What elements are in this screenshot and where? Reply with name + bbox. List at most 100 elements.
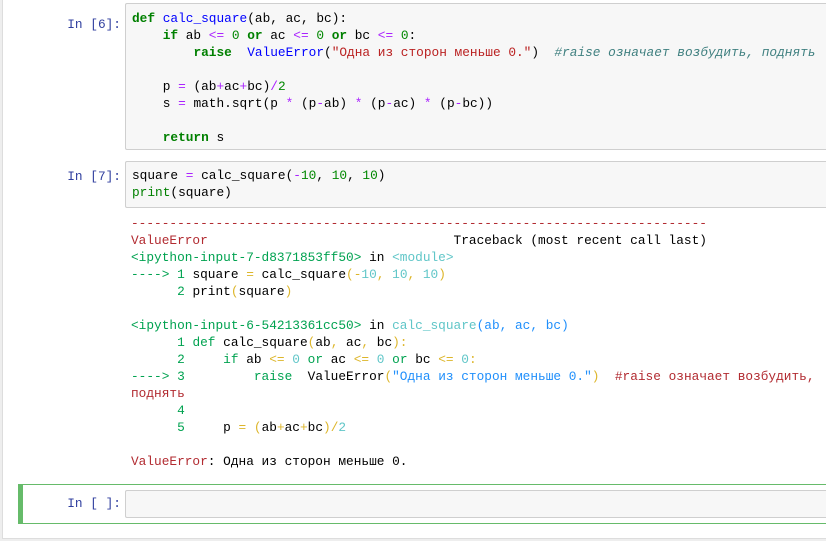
code-token: square bbox=[192, 267, 247, 282]
code-token: ( bbox=[384, 369, 393, 384]
code-token: 10 bbox=[422, 267, 439, 282]
code-token: or bbox=[331, 28, 348, 43]
code-line: 1 def calc_square(ab, ac, bc): bbox=[131, 334, 824, 351]
code-token: <= bbox=[293, 28, 309, 43]
code-token: , bbox=[361, 335, 377, 350]
code-token: 0 bbox=[316, 28, 325, 43]
code-token: calc_square bbox=[162, 11, 248, 26]
code-token: ( bbox=[324, 45, 332, 60]
code-token: 2 bbox=[277, 79, 286, 94]
code-token: ab bbox=[238, 352, 270, 367]
code-token: ab bbox=[178, 28, 209, 43]
code-token: 4 bbox=[131, 403, 193, 418]
code-token: ) bbox=[377, 168, 386, 183]
code-token: ac bbox=[323, 352, 354, 367]
code-token: ) bbox=[531, 45, 555, 60]
code-line: if ab <= 0 or ac <= 0 or bc <= 0: bbox=[132, 27, 824, 44]
code-token: print bbox=[192, 284, 231, 299]
code-token: ( bbox=[253, 420, 262, 435]
code-token: <= bbox=[353, 352, 370, 367]
code-token: p bbox=[132, 79, 179, 94]
code-token: <= bbox=[377, 28, 394, 43]
code-line: 2 if ab <= 0 or ac <= 0 or bc <= 0: bbox=[131, 351, 824, 368]
code-token: , bbox=[316, 168, 332, 183]
code-token: 0 bbox=[231, 28, 240, 43]
code-token: "Одна из сторон меньше 0." bbox=[392, 369, 592, 384]
code-token: ValueError bbox=[247, 45, 324, 60]
cell-input[interactable]: square = calc_square(-10, 10, 10) print(s… bbox=[125, 161, 826, 208]
code-token: return bbox=[162, 130, 209, 145]
code-token: (ab, ac, bc): bbox=[247, 11, 348, 26]
code-token: in bbox=[361, 250, 393, 265]
code-token: if bbox=[223, 352, 239, 367]
code-token: ) bbox=[323, 420, 331, 435]
notebook-container: In [6]: def calc_square(ab, ac, bc): if … bbox=[2, 0, 826, 539]
code-token: calc_square( bbox=[193, 168, 294, 183]
code-token: . bbox=[224, 96, 232, 111]
code-token: s bbox=[132, 96, 179, 111]
code-token: (ab, ac, bc) bbox=[476, 318, 569, 333]
code-token: ----------------------------------------… bbox=[131, 216, 707, 231]
cell-prompt: In [7]: bbox=[67, 169, 121, 184]
code-token: ValueError bbox=[292, 369, 385, 384]
code-line: ----------------------------------------… bbox=[131, 215, 824, 232]
code-token: = bbox=[178, 79, 186, 94]
code-token: print bbox=[132, 185, 171, 200]
code-token: def bbox=[192, 335, 216, 350]
cell-input[interactable] bbox=[125, 490, 826, 518]
code-token: 0 bbox=[400, 28, 409, 43]
code-token: ac bbox=[262, 28, 294, 43]
code-cell-7[interactable]: In [7]: square = calc_square(-10, 10, 10… bbox=[18, 161, 826, 471]
code-token: in bbox=[361, 318, 393, 333]
cell-input[interactable]: def calc_square(ab, ac, bc): if ab <= 0 … bbox=[125, 3, 826, 150]
code-token: ab bbox=[315, 335, 331, 350]
code-line: square = calc_square(-10, 10, 10) bbox=[132, 167, 824, 184]
code-token: square bbox=[238, 284, 285, 299]
code-token: def bbox=[132, 11, 156, 26]
code-token: bc bbox=[376, 335, 393, 350]
code-token: ab) bbox=[324, 96, 355, 111]
code-token: or bbox=[392, 352, 408, 367]
code-token: 1 bbox=[131, 335, 193, 350]
code-token: , bbox=[376, 267, 393, 282]
code-token: (ab bbox=[185, 79, 217, 94]
code-token: (p bbox=[431, 96, 455, 111]
code-token: - bbox=[293, 168, 301, 183]
code-token: ( bbox=[346, 267, 354, 282]
code-token: 2 bbox=[131, 352, 193, 367]
code-token: <module> bbox=[392, 250, 454, 265]
code-token: : Одна из сторон меньше 0. bbox=[207, 454, 408, 469]
code-cell-empty-selected[interactable]: In [ ]: bbox=[18, 484, 826, 524]
code-token: or bbox=[307, 352, 324, 367]
code-token: <ipython-input-7-d8371853ff50> bbox=[131, 250, 362, 265]
code-line: ValueError: Одна из сторон меньше 0. bbox=[131, 453, 824, 470]
code-token: (p bbox=[362, 96, 386, 111]
code-token: <= bbox=[208, 28, 225, 43]
code-line: def calc_square(ab, ac, bc): bbox=[132, 10, 824, 27]
code-token: ) bbox=[438, 267, 446, 282]
code-token: ac bbox=[346, 335, 362, 350]
code-token: , bbox=[330, 335, 347, 350]
code-cell-6[interactable]: In [6]: def calc_square(ab, ac, bc): if … bbox=[18, 3, 826, 150]
code-token: sqrt(p bbox=[231, 96, 286, 111]
code-token: calc_square bbox=[215, 335, 308, 350]
cell-prompt: In [6]: bbox=[67, 17, 121, 32]
code-editor[interactable]: square = calc_square(-10, 10, 10) print(s… bbox=[132, 167, 824, 201]
code-token: <ipython-input-6-54213361cc50> bbox=[131, 318, 362, 333]
code-editor[interactable]: def calc_square(ab, ac, bc): if ab <= 0 … bbox=[132, 10, 824, 146]
code-line: ValueError Traceback (most recent call l… bbox=[131, 232, 824, 249]
code-token: calc_square bbox=[392, 318, 477, 333]
code-line: <ipython-input-6-54213361cc50> in calc_s… bbox=[131, 317, 824, 334]
code-token: 10 bbox=[331, 168, 348, 183]
code-token: + bbox=[276, 420, 285, 435]
